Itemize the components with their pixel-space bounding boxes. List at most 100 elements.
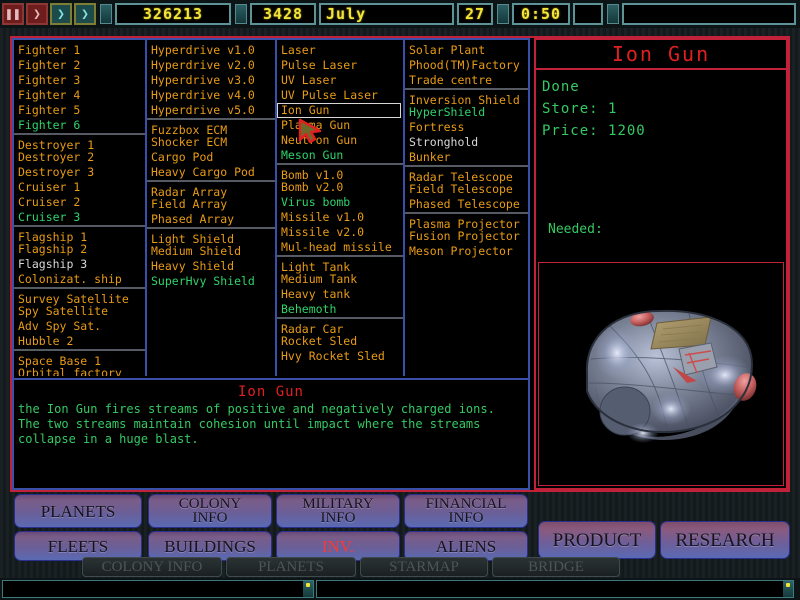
list-item[interactable]: Medium Tank: [277, 272, 403, 287]
list-item[interactable]: Flagship 2: [14, 242, 145, 257]
list-item[interactable]: Orbital factory: [14, 366, 145, 376]
bg-starmap-label: STARMAP: [389, 559, 459, 576]
list-item[interactable]: Adv Spy Sat.: [14, 319, 145, 334]
list-item[interactable]: Missile v2.0: [277, 225, 403, 240]
research-button[interactable]: RESEARCH: [660, 521, 790, 559]
list-item[interactable]: Fighter 3: [14, 73, 145, 88]
model-viewport[interactable]: [538, 262, 784, 486]
list-item[interactable]: Hyperdrive v1.0: [147, 43, 275, 58]
label-line-2: INFO: [320, 510, 355, 526]
message-field-left[interactable]: [2, 580, 314, 598]
fast-forward-button[interactable]: ❯: [50, 3, 72, 25]
play-button[interactable]: ❯: [26, 3, 48, 25]
list-item[interactable]: Fortress: [405, 120, 528, 135]
list-item[interactable]: Behemoth: [277, 302, 403, 317]
list-item[interactable]: Cargo Pod: [147, 150, 275, 165]
list-item[interactable]: Bomb v2.0: [277, 180, 403, 195]
list-item[interactable]: Fuzzbox ECM: [147, 118, 275, 135]
list-item[interactable]: Fighter 5: [14, 103, 145, 118]
list-item[interactable]: Plasma Gun: [277, 118, 403, 133]
list-item[interactable]: Heavy Shield: [147, 259, 275, 274]
list-item[interactable]: Plasma Projector: [405, 212, 528, 229]
list-item[interactable]: Inversion Shield: [405, 88, 528, 105]
list-item[interactable]: Bunker: [405, 150, 528, 165]
list-item[interactable]: Space Base 1: [14, 349, 145, 366]
list-item[interactable]: Survey Satellite: [14, 287, 145, 304]
list-item[interactable]: Hvy Rocket Sled: [277, 349, 403, 364]
day-readout: 27: [457, 3, 493, 25]
list-item[interactable]: Solar Plant: [405, 43, 528, 58]
list-item[interactable]: Ion Gun: [277, 103, 401, 118]
list-item[interactable]: Light Tank: [277, 255, 403, 272]
list-item[interactable]: Meson Gun: [277, 148, 403, 163]
list-item[interactable]: Cruiser 3: [14, 210, 145, 225]
detail-price: Price: 1200: [542, 120, 780, 142]
list-item[interactable]: Bomb v1.0: [277, 163, 403, 180]
list-item[interactable]: Cruiser 1: [14, 180, 145, 195]
bg-colony-info-label: COLONY INFO: [102, 559, 203, 576]
money-readout: 326213: [115, 3, 231, 25]
list-item[interactable]: Hyperdrive v2.0: [147, 58, 275, 73]
pause-button[interactable]: ❚❚: [2, 3, 24, 25]
list-item[interactable]: Destroyer 2: [14, 150, 145, 165]
military-info-button-label: MILITARYINFO: [302, 497, 373, 525]
list-item[interactable]: Virus bomb: [277, 195, 403, 210]
military-info-button[interactable]: MILITARYINFO: [276, 494, 400, 528]
list-item[interactable]: Pulse Laser: [277, 58, 403, 73]
message-field-right[interactable]: [316, 580, 794, 598]
list-item[interactable]: Fighter 2: [14, 58, 145, 73]
bg-colony-info-button[interactable]: COLONY INFO: [82, 557, 222, 577]
list-item[interactable]: Field Telescope: [405, 182, 528, 197]
list-item[interactable]: Fighter 4: [14, 88, 145, 103]
message-readout: [622, 3, 796, 25]
list-item[interactable]: Cruiser 2: [14, 195, 145, 210]
list-item[interactable]: Rocket Sled: [277, 334, 403, 349]
list-item[interactable]: Hyperdrive v5.0: [147, 103, 275, 118]
list-item[interactable]: Hubble 2: [14, 334, 145, 349]
list-item[interactable]: Trade centre: [405, 73, 528, 88]
bg-starmap-button[interactable]: STARMAP: [360, 557, 488, 577]
list-item[interactable]: UV Laser: [277, 73, 403, 88]
list-item[interactable]: Stronghold: [405, 135, 528, 150]
list-item[interactable]: Field Array: [147, 197, 275, 212]
bg-planets-button[interactable]: PLANETS: [226, 557, 356, 577]
list-item[interactable]: Phased Telescope: [405, 197, 528, 212]
list-item[interactable]: Meson Projector: [405, 244, 528, 259]
list-item[interactable]: Radar Array: [147, 180, 275, 197]
list-item[interactable]: Missile v1.0: [277, 210, 403, 225]
list-item[interactable]: Fusion Projector: [405, 229, 528, 244]
bottom-message-bar: [0, 578, 800, 600]
list-item[interactable]: Fighter 1: [14, 43, 145, 58]
list-item[interactable]: Phased Array: [147, 212, 275, 227]
list-item[interactable]: Light Shield: [147, 227, 275, 244]
list-item[interactable]: Fighter 6: [14, 118, 145, 133]
colony-info-button[interactable]: COLONYINFO: [148, 494, 272, 528]
list-item[interactable]: Heavy Cargo Pod: [147, 165, 275, 180]
list-item[interactable]: Phood(TM)Factory: [405, 58, 528, 73]
fastest-forward-button[interactable]: ❯: [74, 3, 96, 25]
list-item[interactable]: Destroyer 1: [14, 133, 145, 150]
list-item[interactable]: Radar Car: [277, 317, 403, 334]
list-item[interactable]: Hyperdrive v3.0: [147, 73, 275, 88]
list-item[interactable]: SuperHvy Shield: [147, 274, 275, 289]
list-item[interactable]: Shocker ECM: [147, 135, 275, 150]
list-item[interactable]: Flagship 3: [14, 257, 145, 272]
list-item[interactable]: Medium Shield: [147, 244, 275, 259]
list-item[interactable]: Radar Telescope: [405, 165, 528, 182]
financial-info-button[interactable]: FINANCIALINFO: [404, 494, 528, 528]
list-item[interactable]: Flagship 1: [14, 225, 145, 242]
scroll-knob-icon[interactable]: [303, 581, 313, 597]
list-item[interactable]: Hyperdrive v4.0: [147, 88, 275, 103]
list-item[interactable]: Destroyer 3: [14, 165, 145, 180]
list-item[interactable]: Neutron Gun: [277, 133, 403, 148]
list-item[interactable]: Laser: [277, 43, 403, 58]
systems-column: Hyperdrive v1.0Hyperdrive v2.0Hyperdrive…: [147, 40, 277, 376]
planets-button[interactable]: PLANETS: [14, 494, 142, 528]
product-button[interactable]: PRODUCT: [538, 521, 656, 559]
list-item[interactable]: Mul-head missile: [277, 240, 403, 255]
list-item[interactable]: Colonizat. ship: [14, 272, 145, 287]
scroll-knob-icon[interactable]: [783, 581, 793, 597]
list-item[interactable]: Heavy tank: [277, 287, 403, 302]
bg-bridge-button[interactable]: BRIDGE: [492, 557, 620, 577]
list-item[interactable]: UV Pulse Laser: [277, 88, 403, 103]
